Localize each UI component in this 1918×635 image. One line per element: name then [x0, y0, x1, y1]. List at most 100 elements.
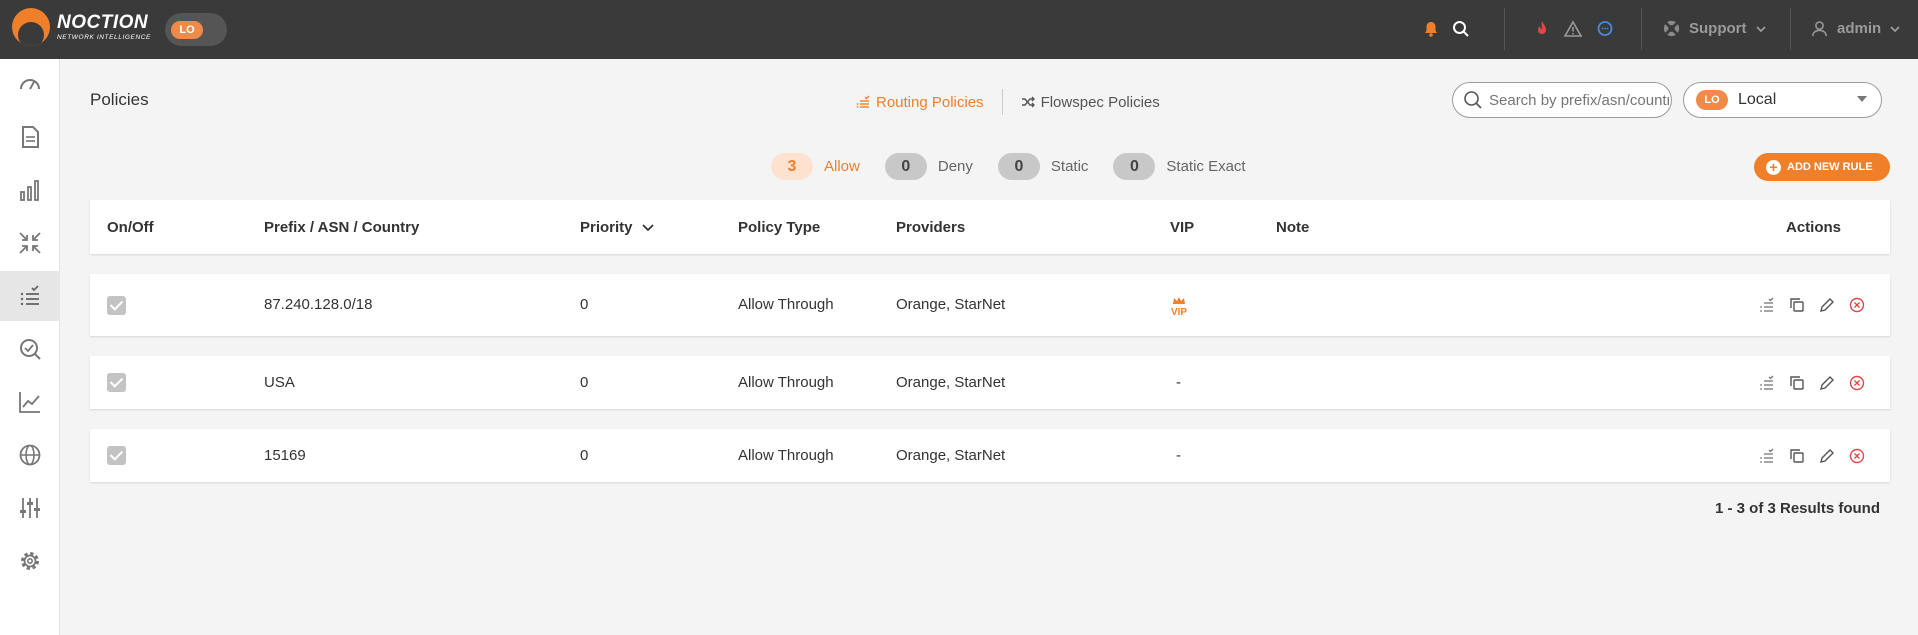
column-header-priority[interactable]: Priority: [580, 219, 655, 236]
search-icon[interactable]: [1451, 19, 1471, 39]
routing-list-icon: [856, 95, 870, 108]
line-graph-icon: [19, 392, 40, 413]
document-icon: [22, 126, 39, 148]
row-prefix: 15169: [264, 447, 306, 464]
vip-badge: VIP: [1170, 296, 1188, 318]
delete-icon[interactable]: [1848, 296, 1866, 314]
environment-toggle[interactable]: LO: [165, 13, 227, 46]
chevron-down-icon: [1890, 25, 1900, 32]
globe-icon: [19, 444, 41, 466]
support-lifebuoy-icon: [1663, 20, 1680, 37]
bar-chart-icon: [20, 180, 39, 201]
row-vip: -: [1176, 447, 1181, 464]
sidebar-item-check[interactable]: [0, 324, 60, 374]
noction-logo[interactable]: NOCTION NETWORK INTELLIGENCE: [12, 8, 151, 46]
search-input[interactable]: [1489, 91, 1669, 109]
user-icon: [1812, 21, 1827, 37]
tab-routing-policies[interactable]: Routing Policies: [838, 94, 1002, 111]
sidebar-item-network[interactable]: [0, 430, 60, 480]
row-policy-type: Allow Through: [738, 447, 834, 464]
results-count: 1 - 3 of 3 Results found: [1714, 500, 1880, 517]
view-policy-icon[interactable]: [1758, 296, 1776, 314]
filter-allow-count: 3: [771, 153, 813, 180]
table-header: On/Off Prefix / ASN / Country Priority P…: [90, 200, 1890, 254]
notification-bell-icon[interactable]: [1421, 19, 1441, 39]
column-header-note[interactable]: Note: [1276, 219, 1309, 236]
row-enabled-checkbox[interactable]: [107, 446, 126, 465]
top-bar: NOCTION NETWORK INTELLIGENCE LO Support …: [0, 0, 1918, 59]
row-actions: [1758, 296, 1866, 314]
copy-icon[interactable]: [1788, 296, 1806, 314]
filter-static-exact[interactable]: 0 Static Exact: [1113, 153, 1246, 180]
search-field[interactable]: [1452, 82, 1672, 118]
select-value: Local: [1738, 91, 1777, 108]
column-header-prefix[interactable]: Prefix / ASN / Country: [264, 219, 419, 236]
filter-deny-count: 0: [884, 153, 927, 180]
edit-pencil-icon[interactable]: [1818, 374, 1836, 392]
row-enabled-checkbox[interactable]: [107, 373, 126, 392]
row-vip: -: [1176, 374, 1181, 391]
check-search-icon: [20, 339, 41, 360]
copy-icon[interactable]: [1788, 447, 1806, 465]
filter-allow[interactable]: 3 Allow: [771, 153, 860, 180]
shuffle-icon: [1021, 96, 1035, 108]
sidebar-item-dashboard[interactable]: [0, 59, 60, 109]
view-policy-icon[interactable]: [1758, 374, 1776, 392]
tab-flowspec-policies[interactable]: Flowspec Policies: [1003, 94, 1178, 111]
filter-static[interactable]: 0 Static: [997, 153, 1088, 180]
sidebar-item-tuning[interactable]: [0, 483, 60, 533]
add-new-rule-label: ADD NEW RULE: [1787, 161, 1873, 173]
sort-chevron-down-icon: [641, 223, 654, 231]
edit-pencil-icon[interactable]: [1818, 296, 1836, 314]
vip-label: VIP: [1170, 307, 1188, 318]
sidebar-item-graphs[interactable]: [0, 377, 60, 427]
row-prefix: USA: [264, 374, 295, 391]
row-enabled-checkbox[interactable]: [107, 296, 126, 315]
delete-icon[interactable]: [1848, 447, 1866, 465]
plus-icon: +: [1766, 159, 1781, 175]
sliders-icon: [20, 498, 40, 518]
sidebar-item-statistics[interactable]: [0, 165, 60, 215]
column-header-priority-label: Priority: [580, 219, 633, 236]
environment-select[interactable]: LO Local: [1683, 82, 1882, 118]
environment-badge: LO: [171, 21, 203, 39]
filter-deny[interactable]: 0 Deny: [884, 153, 973, 180]
table-row: USA 0 Allow Through Orange, StarNet -: [90, 356, 1890, 409]
select-env-badge: LO: [1696, 90, 1728, 110]
policy-filters: 3 Allow 0 Deny 0 Static 0 Static Exact: [771, 153, 1271, 180]
gear-icon: [21, 552, 39, 570]
row-actions: [1758, 447, 1866, 465]
copy-icon[interactable]: [1788, 374, 1806, 392]
tab-flowspec-policies-label: Flowspec Policies: [1040, 93, 1160, 111]
row-policy-type: Allow Through: [738, 296, 834, 313]
fire-icon[interactable]: [1532, 19, 1552, 39]
row-priority: 0: [580, 296, 589, 313]
support-menu[interactable]: Support: [1662, 19, 1767, 38]
column-header-onoff[interactable]: On/Off: [107, 219, 154, 236]
column-header-providers[interactable]: Providers: [896, 219, 965, 236]
tab-routing-policies-label: Routing Policies: [876, 93, 984, 111]
policy-tabs: Routing Policies Flowspec Policies: [838, 89, 1178, 115]
filter-static-count: 0: [997, 153, 1040, 180]
policies-list-icon: [20, 285, 39, 306]
sidebar-item-settings[interactable]: [0, 536, 60, 586]
delete-icon[interactable]: [1848, 374, 1866, 392]
warning-icon[interactable]: [1563, 19, 1583, 39]
column-header-policy-type[interactable]: Policy Type: [738, 219, 820, 236]
sidebar-item-reports[interactable]: [0, 112, 60, 162]
edit-pencil-icon[interactable]: [1818, 447, 1836, 465]
sidebar-item-policies[interactable]: [0, 271, 60, 321]
chevron-down-icon: [1755, 25, 1766, 32]
chat-icon[interactable]: [1595, 19, 1615, 39]
view-policy-icon[interactable]: [1758, 447, 1776, 465]
sidebar-item-traffic[interactable]: [0, 218, 60, 268]
row-providers: Orange, StarNet: [896, 296, 1006, 313]
row-priority: 0: [580, 447, 589, 464]
column-header-vip[interactable]: VIP: [1170, 219, 1194, 236]
row-actions: [1758, 374, 1866, 392]
user-menu[interactable]: admin: [1810, 19, 1901, 38]
caret-down-icon: [1857, 96, 1867, 102]
add-new-rule-button[interactable]: + ADD NEW RULE: [1754, 153, 1890, 181]
row-priority: 0: [580, 374, 589, 391]
dashboard-icon: [20, 79, 40, 90]
